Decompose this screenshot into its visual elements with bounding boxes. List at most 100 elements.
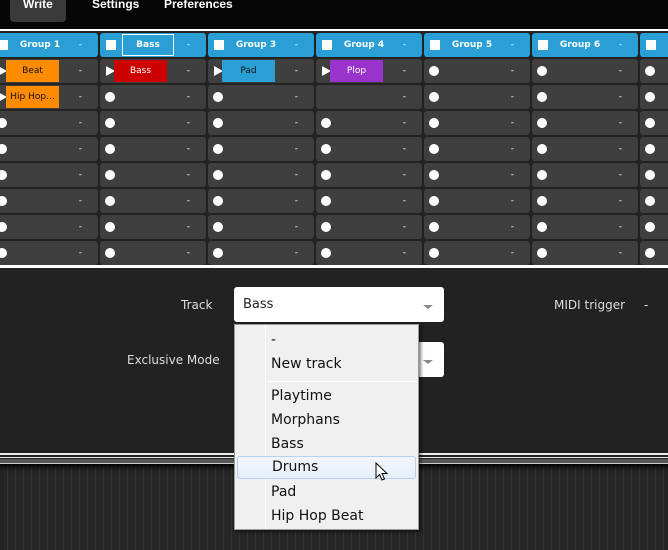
slot-midi-value[interactable]: - bbox=[619, 111, 622, 135]
slot-midi-value[interactable]: - bbox=[511, 163, 514, 187]
record-icon[interactable] bbox=[645, 248, 655, 258]
group-checkbox[interactable] bbox=[214, 40, 224, 50]
slot-midi-value[interactable]: - bbox=[295, 85, 298, 109]
record-icon[interactable] bbox=[645, 170, 655, 180]
record-icon[interactable] bbox=[537, 170, 547, 180]
group-checkbox[interactable] bbox=[430, 40, 440, 50]
record-icon[interactable] bbox=[321, 248, 331, 258]
record-icon[interactable] bbox=[213, 118, 223, 128]
group-checkbox[interactable] bbox=[0, 40, 8, 50]
slot-midi-value[interactable]: - bbox=[619, 241, 622, 265]
dropdown-option[interactable]: Morphans bbox=[236, 409, 417, 432]
clip-slot[interactable]: - bbox=[208, 215, 314, 239]
slot-midi-value[interactable]: - bbox=[295, 163, 298, 187]
record-icon[interactable] bbox=[213, 222, 223, 232]
track-dropdown-list[interactable]: - New track Playtime Morphans Bass Drums… bbox=[234, 324, 419, 530]
clip-slot[interactable]: - bbox=[316, 189, 422, 213]
slot-midi-value[interactable]: - bbox=[511, 137, 514, 161]
slot-midi-value[interactable]: - bbox=[511, 111, 514, 135]
nav-tab-settings[interactable]: Settings bbox=[92, 0, 139, 22]
record-icon[interactable] bbox=[0, 222, 7, 232]
record-icon[interactable] bbox=[429, 92, 439, 102]
slot-midi-value[interactable]: - bbox=[79, 215, 82, 239]
clip-slot[interactable]: Bass - bbox=[100, 59, 206, 83]
record-icon[interactable] bbox=[0, 118, 7, 128]
clip-slot[interactable]: Hip Hop... - bbox=[0, 85, 98, 109]
slot-midi-value[interactable]: - bbox=[187, 189, 190, 213]
clip-slot[interactable]: - bbox=[100, 215, 206, 239]
record-icon[interactable] bbox=[537, 222, 547, 232]
clip-slot[interactable]: - bbox=[208, 111, 314, 135]
clip-slot[interactable]: - bbox=[640, 241, 668, 265]
record-icon[interactable] bbox=[645, 196, 655, 206]
group-header[interactable]: Bass - bbox=[100, 33, 206, 57]
nav-tab-write[interactable]: Write bbox=[10, 0, 66, 22]
clip-slot[interactable]: - bbox=[0, 163, 98, 187]
clip[interactable]: Pad bbox=[222, 60, 275, 82]
clip-slot[interactable]: - bbox=[424, 85, 530, 109]
record-icon[interactable] bbox=[429, 170, 439, 180]
record-icon[interactable] bbox=[429, 144, 439, 154]
record-icon[interactable] bbox=[645, 92, 655, 102]
record-icon[interactable] bbox=[105, 92, 115, 102]
slot-midi-value[interactable]: - bbox=[79, 163, 82, 187]
slot-midi-value[interactable]: - bbox=[403, 137, 406, 161]
record-icon[interactable] bbox=[105, 170, 115, 180]
clip-slot[interactable]: - bbox=[316, 111, 422, 135]
clip-slot[interactable]: Plop - bbox=[316, 59, 422, 83]
dropdown-option[interactable]: Hip Hop Beat bbox=[236, 505, 417, 528]
dropdown-option[interactable]: - bbox=[236, 329, 417, 352]
group-name[interactable]: Bass bbox=[122, 34, 174, 56]
group-header[interactable]: Group 3- bbox=[208, 33, 314, 57]
group-header[interactable] bbox=[640, 33, 668, 57]
clip-slot[interactable]: - bbox=[532, 137, 638, 161]
clip-slot[interactable]: - bbox=[532, 111, 638, 135]
clip-slot[interactable]: Beat - bbox=[0, 59, 98, 83]
slot-midi-value[interactable]: - bbox=[619, 215, 622, 239]
clip-slot[interactable]: - bbox=[532, 215, 638, 239]
slot-midi-value[interactable]: - bbox=[295, 215, 298, 239]
group-midi-value[interactable]: - bbox=[511, 33, 514, 57]
dropdown-option[interactable]: Bass bbox=[236, 433, 417, 456]
record-icon[interactable] bbox=[105, 118, 115, 128]
record-icon[interactable] bbox=[213, 144, 223, 154]
group-checkbox[interactable] bbox=[646, 40, 656, 50]
record-icon[interactable] bbox=[213, 170, 223, 180]
slot-midi-value[interactable]: - bbox=[295, 189, 298, 213]
record-icon[interactable] bbox=[429, 118, 439, 128]
slot-midi-value[interactable]: - bbox=[187, 163, 190, 187]
dropdown-option[interactable]: Playtime bbox=[236, 385, 417, 408]
clip-slot[interactable]: - bbox=[208, 241, 314, 265]
record-icon[interactable] bbox=[537, 196, 547, 206]
clip-slot[interactable]: - bbox=[424, 59, 530, 83]
group-midi-value[interactable]: - bbox=[619, 33, 622, 57]
slot-midi-value[interactable]: - bbox=[403, 215, 406, 239]
group-header[interactable]: Group 4- bbox=[316, 33, 422, 57]
clip-slot[interactable]: - bbox=[100, 241, 206, 265]
clip-slot[interactable]: Pad - bbox=[208, 59, 314, 83]
clip-slot[interactable]: - bbox=[208, 85, 314, 109]
record-icon[interactable] bbox=[645, 222, 655, 232]
slot-midi-value[interactable]: - bbox=[511, 189, 514, 213]
group-name[interactable]: Group 1 bbox=[12, 33, 68, 57]
record-icon[interactable] bbox=[537, 144, 547, 154]
record-icon[interactable] bbox=[321, 170, 331, 180]
clip-slot[interactable]: - bbox=[532, 241, 638, 265]
clip-slot[interactable]: - bbox=[316, 163, 422, 187]
clip-slot[interactable]: - bbox=[208, 137, 314, 161]
group-header[interactable]: Group 5- bbox=[424, 33, 530, 57]
record-icon[interactable] bbox=[213, 248, 223, 258]
record-icon[interactable] bbox=[105, 144, 115, 154]
slot-midi-value[interactable]: - bbox=[79, 111, 82, 135]
slot-midi-value[interactable]: - bbox=[79, 59, 82, 83]
record-icon[interactable] bbox=[0, 248, 7, 258]
group-midi-value[interactable]: - bbox=[187, 33, 190, 57]
slot-midi-value[interactable]: - bbox=[403, 59, 406, 83]
record-icon[interactable] bbox=[645, 118, 655, 128]
record-icon[interactable] bbox=[429, 248, 439, 258]
clip-slot[interactable]: - bbox=[316, 85, 422, 109]
clip-slot[interactable]: - bbox=[0, 111, 98, 135]
slot-midi-value[interactable]: - bbox=[295, 137, 298, 161]
clip-slot[interactable]: - bbox=[532, 59, 638, 83]
clip-slot[interactable]: - bbox=[100, 85, 206, 109]
